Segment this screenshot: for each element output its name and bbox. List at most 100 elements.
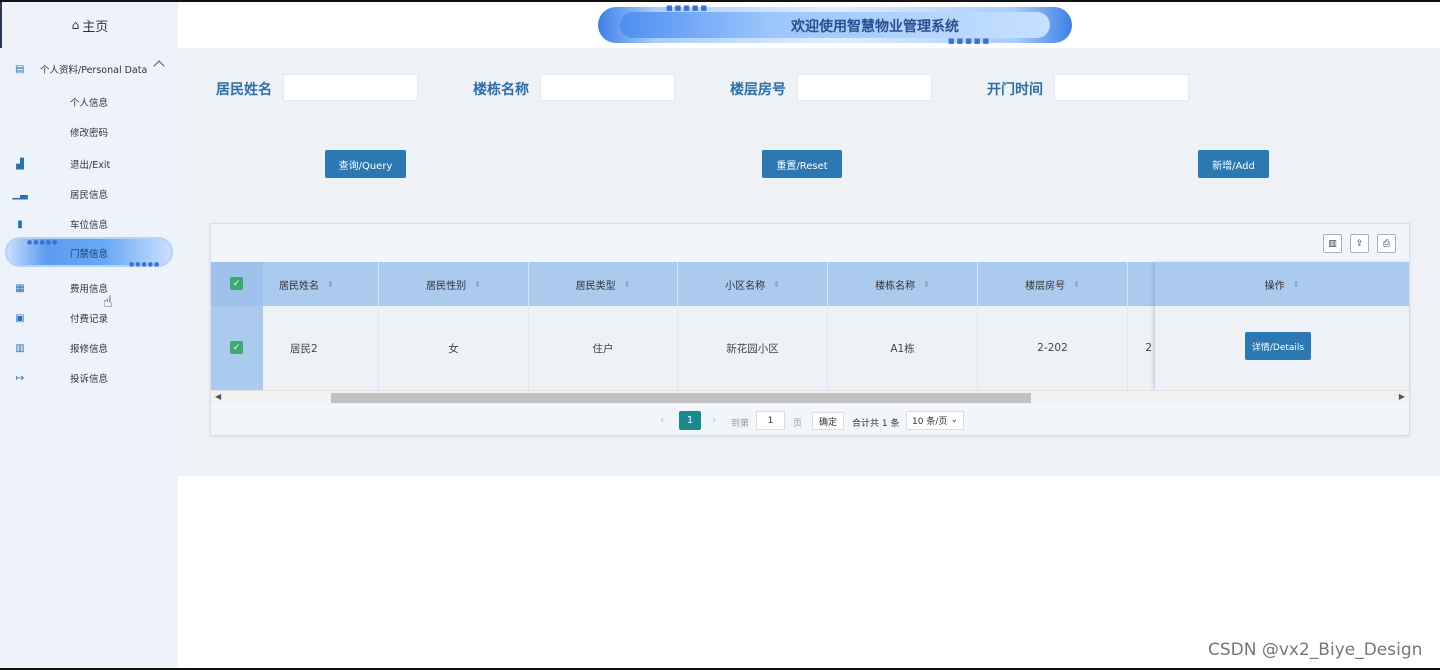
page-size-value: 10 条/页 xyxy=(912,417,948,427)
sort-icon[interactable]: ⬍ xyxy=(327,280,334,289)
chevron-left-icon[interactable]: ‹ xyxy=(660,413,664,426)
total-count: 合计共 1 条 xyxy=(852,419,900,429)
sidebar-item-repairs[interactable]: ▥ 报修信息 xyxy=(0,338,178,358)
sort-icon[interactable]: ⬍ xyxy=(773,280,780,289)
sidebar-item-residents[interactable]: ▁▃ 居民信息 xyxy=(0,184,178,204)
query-button[interactable]: 查询/Query xyxy=(325,150,406,178)
sidebar-item-label: 投诉信息 xyxy=(70,374,109,385)
sort-icon[interactable]: ⬍ xyxy=(1073,280,1080,289)
sidebar-group-label: 个人资料/Personal Data xyxy=(40,65,148,76)
decoration-dots: ●●●●● xyxy=(27,239,59,246)
goto-page-input[interactable]: 1 xyxy=(756,411,785,430)
column-header-label: 楼层房号 xyxy=(1025,280,1066,292)
open-time-label: 开门时间 xyxy=(987,82,1043,98)
goto-label: 到第 xyxy=(731,419,750,429)
sidebar-item-parking[interactable]: ▮ 车位信息 xyxy=(0,214,178,234)
header: ■■■■■ 欢迎使用智慧物业管理系统 ■■■■■ xyxy=(178,2,1440,48)
home-icon: ⌂ xyxy=(71,18,80,32)
table-cell: 2-202 xyxy=(978,306,1128,390)
sidebar-item-complaints[interactable]: ↦ 投诉信息 xyxy=(0,368,178,388)
building-name-label: 楼栋名称 xyxy=(473,82,529,98)
sidebar-item-label: 报修信息 xyxy=(70,344,109,355)
calendar-check-icon: ▣ xyxy=(15,312,25,324)
add-button[interactable]: 新增/Add xyxy=(1198,150,1269,178)
column-header-label: 居民姓名 xyxy=(279,280,319,292)
chart-icon: ▁▃ xyxy=(12,188,28,200)
chevron-up-icon[interactable] xyxy=(153,60,165,72)
sidebar-item-label: 车位信息 xyxy=(70,220,109,231)
reset-button[interactable]: 重置/Reset xyxy=(762,150,842,178)
table-cell-partial: 2 xyxy=(1128,306,1155,390)
floor-room-input[interactable] xyxy=(797,74,932,101)
horizontal-scrollbar[interactable]: ◀ ▶ xyxy=(211,390,1409,404)
sort-icon[interactable]: ⬍ xyxy=(923,280,930,289)
open-time-input[interactable] xyxy=(1054,74,1189,101)
sidebar-item-fees[interactable]: ▦ 费用信息 xyxy=(0,278,178,298)
chevron-right-icon[interactable]: › xyxy=(712,413,716,426)
decoration-dots: ■■■■■ xyxy=(666,4,710,12)
resident-name-label: 居民姓名 xyxy=(216,82,272,98)
sort-icon[interactable]: ⬍ xyxy=(624,280,631,289)
table-cell: 住户 xyxy=(529,306,678,390)
sort-icon[interactable]: ⬍ xyxy=(474,280,481,289)
column-header[interactable]: 小区名称 ⬍ xyxy=(678,262,828,306)
scroll-left-icon[interactable]: ◀ xyxy=(215,392,221,401)
building-name-input[interactable] xyxy=(540,74,675,101)
fixed-action-column: 操作 ⬍ 详情/Details xyxy=(1155,262,1409,390)
hand-cursor-icon: ☝ xyxy=(103,292,113,311)
column-header[interactable]: 楼栋名称 ⬍ xyxy=(828,262,978,306)
sidebar-item-payment-records[interactable]: ▣ 付费记录 xyxy=(0,308,178,328)
column-header[interactable]: 居民类型 ⬍ xyxy=(529,262,678,306)
sidebar-item-exit[interactable]: ▟ 退出/Exit xyxy=(0,154,178,174)
sidebar: ⌂ 主页 ▤ 个人资料/Personal Data 个人信息 修改密码 ▟ 退出… xyxy=(0,2,178,668)
sidebar-subitem-change-password[interactable]: 修改密码 xyxy=(70,125,108,139)
bookmark-icon: ▮ xyxy=(17,218,23,230)
stats-icon: ▟ xyxy=(16,158,24,170)
export-icon[interactable]: ⇪ xyxy=(1350,234,1369,253)
table-cell: 居民2 xyxy=(263,306,379,390)
decoration-dots: ■■■■■ xyxy=(948,37,992,45)
columns-icon[interactable]: ▥ xyxy=(1323,234,1342,253)
calendar-icon: ▦ xyxy=(15,282,25,294)
sidebar-item-label: 门禁信息 xyxy=(70,249,109,260)
sidebar-item-label: 居民信息 xyxy=(70,190,109,201)
sidebar-item-label: 付费记录 xyxy=(70,314,109,325)
column-header[interactable]: 居民姓名 ⬍ xyxy=(263,262,379,306)
column-header-label: 居民性别 xyxy=(426,280,467,292)
select-all-cell: ✓ xyxy=(211,262,263,306)
page-label: 页 xyxy=(793,419,803,429)
scroll-right-icon[interactable]: ▶ xyxy=(1399,392,1405,401)
sidebar-home-label: 主页 xyxy=(82,19,109,35)
select-all-checkbox[interactable]: ✓ xyxy=(230,277,243,290)
book-icon: ▥ xyxy=(15,342,25,354)
table-cell: 新花园小区 xyxy=(678,306,828,390)
logout-icon: ↦ xyxy=(15,372,25,384)
row-select-cell: ✓ xyxy=(211,306,263,390)
sidebar-subitem-profile[interactable]: 个人信息 xyxy=(70,95,108,109)
column-header[interactable]: 楼层房号 ⬍ xyxy=(978,262,1128,306)
column-header-label: 楼栋名称 xyxy=(875,280,916,292)
title-banner: ■■■■■ 欢迎使用智慧物业管理系统 ■■■■■ xyxy=(598,4,1072,45)
sort-icon[interactable]: ⬍ xyxy=(1293,280,1300,289)
row-checkbox[interactable]: ✓ xyxy=(230,341,243,354)
sidebar-item-label: 退出/Exit xyxy=(70,160,111,171)
document-icon: ▤ xyxy=(15,63,25,75)
table-cell: A1栋 xyxy=(828,306,978,390)
column-header-label: 操作 xyxy=(1264,280,1285,292)
column-header[interactable]: 居民性别 ⬍ xyxy=(379,262,529,306)
sidebar-group-personal-data[interactable]: ▤ 个人资料/Personal Data xyxy=(0,58,178,80)
resident-name-input[interactable] xyxy=(283,74,418,101)
details-button[interactable]: 详情/Details xyxy=(1245,332,1311,360)
page-number-current[interactable]: 1 xyxy=(679,411,701,430)
goto-confirm-button[interactable]: 确定 xyxy=(812,412,844,430)
print-icon[interactable]: ⎙ xyxy=(1377,234,1396,253)
column-header-label: 居民类型 xyxy=(575,280,616,292)
sidebar-item-access-control[interactable]: ●●●●● 门禁信息 ●●●●● xyxy=(5,237,173,268)
scrollbar-thumb[interactable] xyxy=(331,393,1031,403)
chevron-down-icon: ⌄ xyxy=(950,415,958,425)
page-size-select[interactable]: 10 条/页 ⌄ xyxy=(906,411,964,430)
decoration-dots: ●●●●● xyxy=(129,261,161,268)
column-header[interactable]: 操作 ⬍ xyxy=(1155,262,1409,306)
sidebar-home-link[interactable]: ⌂ 主页 xyxy=(0,2,178,48)
floor-room-label: 楼层房号 xyxy=(730,82,786,98)
